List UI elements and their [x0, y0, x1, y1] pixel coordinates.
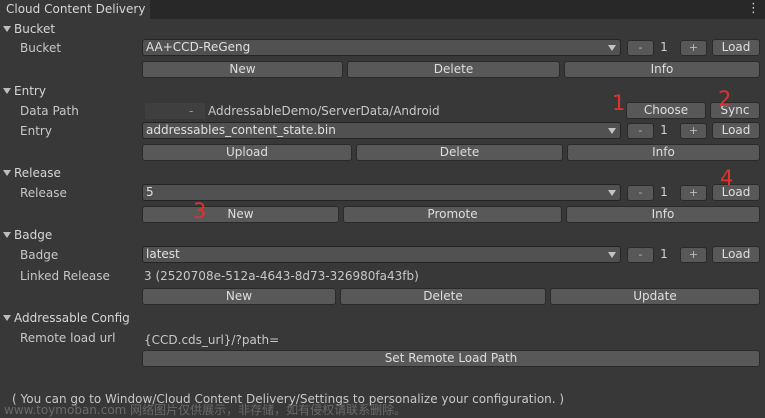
- entry-foldout[interactable]: Entry: [2, 82, 46, 100]
- badge-prev-button[interactable]: -: [627, 247, 654, 263]
- release-next-button[interactable]: +: [680, 185, 707, 201]
- release-prev-button[interactable]: -: [627, 185, 654, 201]
- release-info-button[interactable]: Info: [566, 206, 760, 223]
- watermark: www.toymoban.com 网络图片仅供展示，非存储，如有侵权请联系删除。: [4, 403, 407, 417]
- entry-dropdown[interactable]: addressables_content_state.bin: [142, 122, 621, 139]
- bucket-count: 1: [660, 40, 668, 54]
- linked-release-value: 3 (2520708e-512a-4643-8d73-326980fa43fb): [144, 269, 419, 283]
- entry-selected: addressables_content_state.bin: [146, 123, 336, 137]
- release-foldout[interactable]: Release: [2, 164, 61, 182]
- foldout-arrow-icon: [3, 88, 11, 94]
- foldout-arrow-icon: [3, 315, 11, 321]
- annotation-marker-2: 2: [718, 87, 732, 111]
- bucket-new-button[interactable]: New: [142, 61, 343, 78]
- set-remote-load-path-button[interactable]: Set Remote Load Path: [142, 350, 760, 367]
- badge-label: Badge: [20, 248, 59, 262]
- bucket-label: Bucket: [20, 41, 62, 55]
- bucket-info-button[interactable]: Info: [564, 61, 760, 78]
- bucket-selected: AA+CCD-ReGeng: [146, 40, 251, 54]
- bucket-load-button[interactable]: Load: [712, 39, 760, 56]
- release-count: 1: [660, 185, 668, 199]
- release-section-title: Release: [14, 166, 61, 180]
- bucket-foldout[interactable]: Bucket: [2, 20, 55, 38]
- badge-foldout[interactable]: Badge: [2, 226, 52, 244]
- dropdown-arrow-icon: [608, 252, 616, 258]
- bucket-delete-button[interactable]: Delete: [347, 61, 560, 78]
- release-dropdown[interactable]: 5: [142, 184, 621, 201]
- bucket-next-button[interactable]: +: [680, 40, 707, 56]
- entry-prev-button[interactable]: -: [627, 123, 654, 139]
- release-promote-button[interactable]: Promote: [343, 206, 562, 223]
- choose-button[interactable]: Choose: [626, 102, 706, 119]
- bucket-section-title: Bucket: [14, 22, 56, 36]
- foldout-arrow-icon: [3, 170, 11, 176]
- release-new-button[interactable]: New: [142, 206, 339, 223]
- badge-new-button[interactable]: New: [142, 288, 336, 305]
- bucket-prev-button[interactable]: -: [627, 40, 654, 56]
- entry-next-button[interactable]: +: [680, 123, 707, 139]
- data-path-tag: -: [145, 103, 205, 119]
- badge-section-title: Badge: [14, 228, 53, 242]
- entry-section-title: Entry: [14, 84, 46, 98]
- kebab-menu-icon[interactable]: ⋮: [747, 0, 760, 19]
- annotation-marker-1: 1: [612, 91, 626, 115]
- badge-load-button[interactable]: Load: [712, 246, 760, 263]
- linked-release-label: Linked Release: [20, 269, 110, 283]
- foldout-arrow-icon: [3, 26, 11, 32]
- data-path-tag-text: -: [189, 104, 194, 118]
- entry-label: Entry: [20, 124, 52, 138]
- dropdown-arrow-icon: [608, 45, 616, 51]
- badge-count: 1: [660, 247, 668, 261]
- remote-load-url-label: Remote load url: [20, 331, 116, 345]
- entry-load-button[interactable]: Load: [712, 122, 760, 139]
- foldout-arrow-icon: [3, 232, 11, 238]
- remote-load-url-value: {CCD.cds_url}/?path=: [144, 333, 280, 347]
- entry-delete-button[interactable]: Delete: [356, 144, 563, 161]
- annotation-marker-3: 3: [193, 199, 207, 223]
- badge-update-button[interactable]: Update: [550, 288, 760, 305]
- addressable-config-foldout[interactable]: Addressable Config: [2, 309, 130, 327]
- addressable-config-section-title: Addressable Config: [14, 311, 130, 325]
- release-label: Release: [20, 186, 67, 200]
- badge-delete-button[interactable]: Delete: [340, 288, 546, 305]
- annotation-marker-4: 4: [720, 166, 734, 190]
- badge-selected: latest: [146, 247, 180, 261]
- entry-upload-button[interactable]: Upload: [142, 144, 352, 161]
- badge-dropdown[interactable]: latest: [142, 246, 621, 263]
- entry-info-button[interactable]: Info: [567, 144, 760, 161]
- bucket-dropdown[interactable]: AA+CCD-ReGeng: [142, 39, 621, 56]
- tab-cloud-content-delivery[interactable]: Cloud Content Delivery: [0, 0, 150, 19]
- badge-next-button[interactable]: +: [680, 247, 707, 263]
- dropdown-arrow-icon: [608, 190, 616, 196]
- data-path-label: Data Path: [20, 104, 79, 118]
- data-path-value: AddressableDemo/ServerData/Android: [208, 104, 440, 118]
- entry-count: 1: [660, 123, 668, 137]
- dropdown-arrow-icon: [608, 128, 616, 134]
- release-selected: 5: [146, 185, 154, 199]
